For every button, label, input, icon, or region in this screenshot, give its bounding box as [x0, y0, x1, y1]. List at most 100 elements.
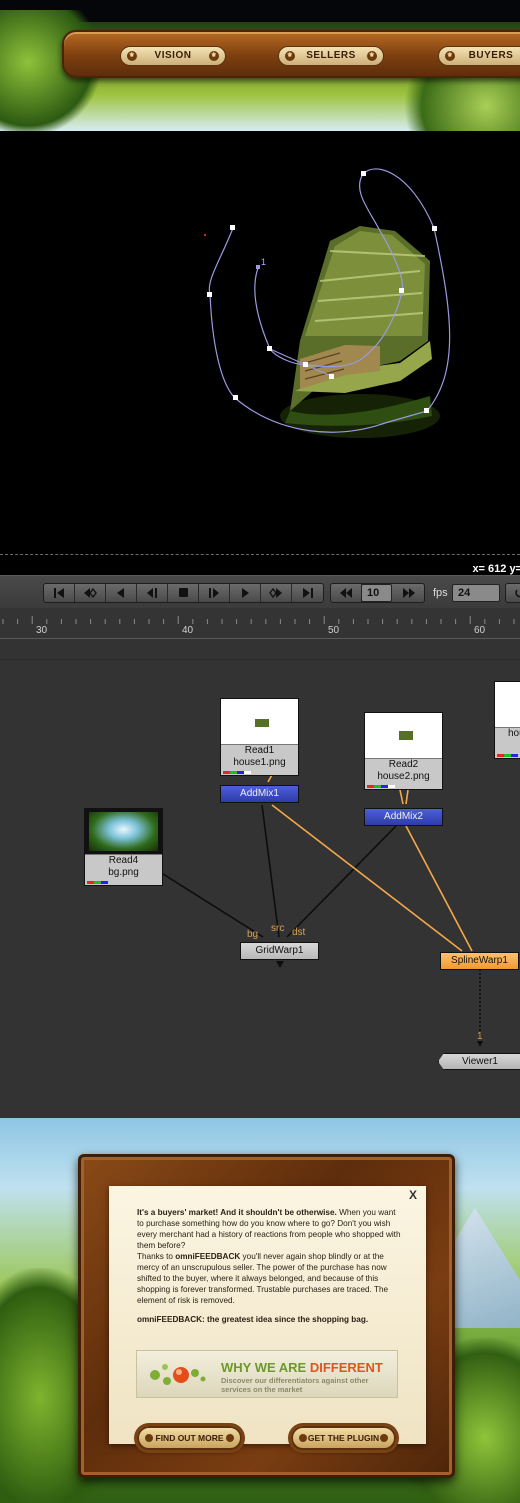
info-paper: X It's a buyers' market! And it shouldn'… [109, 1186, 426, 1444]
spline-point-label: 1 [261, 257, 266, 267]
promo-text: It's a buyers' market! And it shouldn't … [137, 1207, 401, 1325]
wire-addmix2-splinewarp [405, 825, 473, 952]
channel-indicator [223, 771, 251, 774]
viewer-canvas[interactable]: 1 [0, 131, 520, 561]
tick-label-60: 60 [474, 625, 486, 636]
wire-addmix1-gridwarp [261, 804, 280, 938]
previous-keyframe-button[interactable] [75, 584, 106, 602]
ornament-icon: ⚜ [367, 51, 377, 61]
previous-keyframe-icon [84, 587, 97, 599]
read4-file: bg.png [108, 867, 139, 878]
house-thumbnail-icon [255, 719, 269, 727]
channel-indicator [497, 754, 518, 757]
nav-vision-button[interactable]: ⚜ VISION ⚜ [120, 46, 226, 66]
channel-indicator [87, 881, 108, 884]
loop-mode-button[interactable] [505, 583, 520, 603]
read1-node[interactable]: Read1 house1.png [220, 698, 299, 776]
read4-node[interactable]: Read4 bg.png [84, 808, 163, 886]
promo-lead-bold: It's a buyers' market! And it shouldn't … [137, 1208, 337, 1217]
ornament-icon: ⚜ [445, 51, 455, 61]
forest-thumbnail-icon [89, 812, 158, 851]
read3-thumbnail [495, 682, 520, 728]
read2-thumbnail [365, 713, 442, 759]
read3-node[interactable]: hou [494, 681, 520, 759]
nav-buyers-button[interactable]: ⚜ BUYERS [438, 46, 520, 66]
why-different-subtitle: Discover our differentiators against oth… [221, 1376, 369, 1394]
next-keyframe-button[interactable] [261, 584, 292, 602]
next-keyframe-icon [269, 587, 282, 599]
fast-forward-icon [402, 588, 415, 598]
promo-brand: omniFEEDBACK [175, 1252, 241, 1261]
promo-p2-start: Thanks to [137, 1252, 176, 1261]
read3-file: hou [508, 728, 520, 739]
promo-tagline-text: omniFEEDBACK: the greatest idea since th… [137, 1315, 369, 1324]
read2-name: Read2 [388, 759, 419, 770]
loop-icon [515, 589, 520, 598]
why-accent: DIFFERENT [309, 1360, 383, 1375]
gridwarp1-node[interactable]: GridWarp1 [240, 942, 319, 960]
read2-file: house2.png [377, 771, 430, 782]
why-prefix: WHY WE ARE [221, 1360, 310, 1375]
ornament-icon [380, 1434, 388, 1442]
nav-sellers-button[interactable]: ⚜ SELLERS ⚜ [278, 46, 384, 66]
step-forward-icon [209, 588, 219, 598]
play-backward-button[interactable] [106, 584, 137, 602]
splinewarp1-node[interactable]: SplineWarp1 [440, 952, 519, 970]
find-out-more-label: FIND OUT MORE [155, 1433, 224, 1443]
fps-input[interactable]: 24 [452, 584, 500, 602]
viewer1-node[interactable]: Viewer1 [438, 1053, 520, 1070]
src-input-label: src [271, 923, 285, 934]
red-marker [204, 234, 206, 236]
step-back-icon [147, 588, 157, 598]
read4-thumbnail [85, 809, 162, 855]
rewind-icon [340, 588, 352, 598]
step-forward-button[interactable] [199, 584, 230, 602]
play-backward-icon [117, 588, 124, 598]
timeline-ruler[interactable]: 30 40 50 60 [0, 608, 520, 639]
last-frame-icon [302, 588, 313, 598]
stop-button[interactable] [168, 584, 199, 602]
tick-label-40: 40 [182, 625, 194, 636]
nav-vision-label: VISION [154, 50, 192, 61]
tick-label-30: 30 [36, 625, 48, 636]
ornament-icon: ⚜ [209, 51, 219, 61]
last-frame-button[interactable] [292, 584, 323, 602]
read1-file: house1.png [233, 757, 286, 768]
node-graph[interactable]: Read1 house1.png Read2 house2.png hou Re… [0, 639, 520, 1118]
nav-buyers-label: BUYERS [468, 50, 514, 61]
tick-label-50: 50 [328, 625, 340, 636]
dst-input-label: dst [292, 927, 306, 938]
read1-thumbnail [221, 699, 298, 745]
find-out-more-button[interactable]: FIND OUT MORE [137, 1426, 242, 1450]
read4-name: Read4 [108, 855, 139, 866]
read2-node[interactable]: Read2 house2.png [364, 712, 443, 790]
close-button[interactable]: X [409, 1188, 417, 1202]
play-forward-button[interactable] [230, 584, 261, 602]
why-different-title: WHY WE ARE DIFFERENT [221, 1360, 383, 1375]
why-different-banner[interactable]: WHY WE ARE DIFFERENT Discover our differ… [136, 1350, 398, 1398]
compositor-viewer[interactable]: 1 x= 612 y= [0, 131, 520, 575]
first-frame-button[interactable] [44, 584, 75, 602]
wooden-nav-bar: ⚜ VISION ⚜ ⚜ SELLERS ⚜ ⚜ BUYERS [62, 30, 520, 78]
ornament-icon: ⚜ [285, 51, 295, 61]
coordinate-readout: x= 612 y= [472, 563, 520, 575]
nav-sellers-label: SELLERS [306, 50, 356, 61]
viewer-input-label: 1 [477, 1031, 483, 1042]
addmix2-node[interactable]: AddMix2 [364, 808, 443, 826]
step-back-button[interactable] [137, 584, 168, 602]
ornament-icon: ⚜ [127, 51, 137, 61]
first-frame-icon [54, 588, 64, 598]
jump-back-button[interactable] [331, 584, 362, 602]
wire-read4-gridwarp [162, 873, 264, 938]
get-plugin-button[interactable]: GET THE PLUGIN [291, 1426, 396, 1450]
playback-toolbar: 10 fps 24 [0, 575, 520, 608]
jump-forward-button[interactable] [393, 584, 424, 602]
play-forward-icon [242, 588, 249, 598]
addmix1-node[interactable]: AddMix1 [220, 785, 299, 803]
bg-input-label: bg [247, 929, 259, 940]
ornament-icon [299, 1434, 307, 1442]
promo-panel: X It's a buyers' market! And it shouldn'… [0, 1118, 520, 1503]
website-header-strip: ⚜ VISION ⚜ ⚜ SELLERS ⚜ ⚜ BUYERS [0, 0, 520, 131]
channel-indicator [367, 785, 395, 788]
increment-input[interactable]: 10 [361, 584, 392, 602]
